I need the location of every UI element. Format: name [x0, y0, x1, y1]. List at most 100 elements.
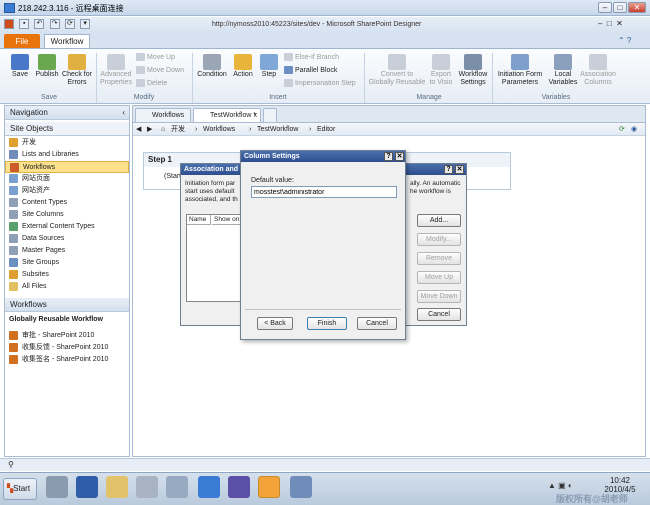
- back-button[interactable]: < Back: [257, 317, 293, 330]
- initiation-params-button[interactable]: Initiation Form Parameters: [494, 54, 546, 87]
- form-icon: [511, 54, 529, 70]
- ie-icon[interactable]: [198, 476, 220, 498]
- close-button[interactable]: ✕: [628, 2, 646, 13]
- nav-item-external-content-types[interactable]: External Content Types: [9, 221, 95, 233]
- subsite-icon: [9, 269, 18, 279]
- tray-icons[interactable]: ▲ ▣ ◐: [548, 481, 573, 490]
- minimize-button[interactable]: –: [598, 2, 612, 13]
- spd-window-controls[interactable]: – □ ✕: [598, 19, 623, 28]
- nav-item-site-groups[interactable]: Site Groups: [9, 257, 59, 269]
- remote-icon[interactable]: [290, 476, 312, 498]
- help-icon[interactable]: ?: [384, 152, 393, 161]
- powershell-icon[interactable]: [76, 476, 98, 498]
- convert-reusable-button[interactable]: Convert to Globally Reusable: [368, 54, 426, 87]
- watermark: 版权所有@胡老师: [556, 494, 628, 504]
- back-icon[interactable]: ◀: [136, 123, 141, 136]
- nav-item-lists[interactable]: Lists and Libraries: [9, 149, 79, 161]
- local-variables-button[interactable]: Local Variables: [548, 54, 578, 87]
- cancel-button[interactable]: Cancel: [417, 308, 461, 321]
- tab-workflows[interactable]: Workflows: [135, 108, 191, 122]
- add-button[interactable]: Add...: [417, 214, 461, 227]
- help-icon[interactable]: ?: [444, 165, 453, 174]
- undo-icon[interactable]: ↶: [34, 19, 45, 29]
- nav-item-content-types[interactable]: Content Types: [9, 197, 67, 209]
- tab-workflow[interactable]: Workflow: [44, 34, 90, 49]
- group-icon: [9, 257, 18, 267]
- columns-icon: [589, 54, 607, 70]
- refresh-icon[interactable]: ⟳: [64, 19, 75, 29]
- cancel-button[interactable]: Cancel: [357, 317, 397, 330]
- delete-button[interactable]: Delete: [136, 79, 167, 89]
- ribbon: Save Publish Check for Errors Save Advan…: [0, 48, 650, 104]
- refresh-page-icon[interactable]: ⟳: [619, 123, 625, 136]
- explorer-icon[interactable]: [106, 476, 128, 498]
- server-manager-icon[interactable]: [46, 476, 68, 498]
- start-button[interactable]: ▚Start: [3, 478, 37, 500]
- new-tab-button[interactable]: [263, 108, 277, 122]
- close-icon[interactable]: ✕: [455, 165, 464, 174]
- nav-item-site-columns[interactable]: Site Columns: [9, 209, 64, 221]
- move-down-button[interactable]: Move Down: [417, 290, 461, 303]
- move-up-button[interactable]: Move Up: [417, 271, 461, 284]
- help-icon[interactable]: ⌃ ?: [618, 36, 631, 45]
- export-visio-button[interactable]: Export to Visio: [428, 54, 454, 87]
- parallel-block-button[interactable]: Parallel Block: [284, 66, 337, 76]
- nav-item-site-assets[interactable]: 网站资产: [9, 185, 50, 197]
- customize-icon[interactable]: ▾: [80, 19, 91, 29]
- col-header-name[interactable]: Name: [187, 215, 211, 225]
- sharepoint-designer-icon[interactable]: [258, 476, 280, 498]
- ribbon-separator: [364, 53, 365, 103]
- breadcrumb-workflows[interactable]: Workflows: [203, 123, 235, 136]
- breadcrumb-testworkflow[interactable]: TestWorkflow: [257, 123, 299, 136]
- visual-studio-icon[interactable]: [228, 476, 250, 498]
- nav-item-master-pages[interactable]: Master Pages: [9, 245, 65, 257]
- breadcrumb-sep: ›: [195, 126, 198, 133]
- remove-button[interactable]: Remove: [417, 252, 461, 265]
- workflow-settings-button[interactable]: Workflow Settings: [456, 54, 490, 87]
- close-tab-icon[interactable]: x: [254, 109, 258, 122]
- impersonation-step-button[interactable]: Impersonation Step: [284, 79, 356, 89]
- finish-button[interactable]: Finish: [307, 317, 347, 330]
- action-button[interactable]: Action: [230, 54, 256, 79]
- ribbon-tabs: File Workflow ⌃ ?: [0, 33, 650, 49]
- nav-item-data-sources[interactable]: Data Sources: [9, 233, 64, 245]
- nav-item-all-files[interactable]: All Files: [9, 281, 47, 293]
- publish-button[interactable]: Publish: [34, 54, 60, 79]
- modify-button[interactable]: Modify...: [417, 233, 461, 246]
- nav-item-subsites[interactable]: Subsites: [9, 269, 49, 281]
- forward-icon[interactable]: ▶: [147, 123, 152, 136]
- tools-icon[interactable]: [136, 476, 158, 498]
- nav-icon[interactable]: ◉: [631, 123, 637, 136]
- wf-item-signatures[interactable]: 收集签名 - SharePoint 2010: [9, 354, 108, 366]
- breadcrumb-site[interactable]: 开发: [171, 123, 185, 136]
- wf-item-approval[interactable]: 审批 - SharePoint 2010: [9, 330, 94, 342]
- step-button[interactable]: Step: [258, 54, 280, 79]
- nav-item-workflows[interactable]: Workflows: [5, 161, 129, 173]
- site-objects-header[interactable]: Site Objects: [5, 122, 129, 136]
- branch-icon: [284, 53, 293, 62]
- breadcrumb-editor[interactable]: Editor: [317, 123, 335, 136]
- default-value-input[interactable]: [251, 186, 397, 198]
- condition-button[interactable]: Condition: [196, 54, 228, 79]
- advanced-properties-button[interactable]: Advanced Properties: [98, 54, 134, 87]
- move-down-button[interactable]: Move Down: [136, 66, 184, 76]
- tab-testworkflow[interactable]: TestWorkflow * x: [193, 108, 261, 122]
- check-errors-button[interactable]: Check for Errors: [62, 54, 92, 87]
- save-button[interactable]: Save: [6, 54, 34, 79]
- settings-icon[interactable]: [166, 476, 188, 498]
- redo-icon[interactable]: ↷: [49, 19, 60, 29]
- workflows-header[interactable]: Workflows: [5, 298, 129, 312]
- tab-file[interactable]: File: [4, 34, 40, 49]
- else-if-branch-button[interactable]: Else-If Branch: [284, 53, 339, 63]
- wf-item-feedback[interactable]: 收集反馈 - SharePoint 2010: [9, 342, 108, 354]
- save-qat-icon[interactable]: ▪: [19, 19, 30, 29]
- columns-list[interactable]: Name Show on: [186, 214, 247, 302]
- nav-item-dev[interactable]: 开发: [9, 137, 36, 149]
- nav-item-site-pages[interactable]: 网站页面: [9, 173, 50, 185]
- association-columns-button[interactable]: Association Columns: [580, 54, 616, 87]
- move-up-button[interactable]: Move Up: [136, 53, 175, 63]
- home-icon[interactable]: ⌂: [161, 123, 165, 136]
- collapse-icon[interactable]: ‹: [122, 106, 125, 120]
- close-icon[interactable]: ✕: [395, 152, 404, 161]
- maximize-button[interactable]: □: [613, 2, 627, 13]
